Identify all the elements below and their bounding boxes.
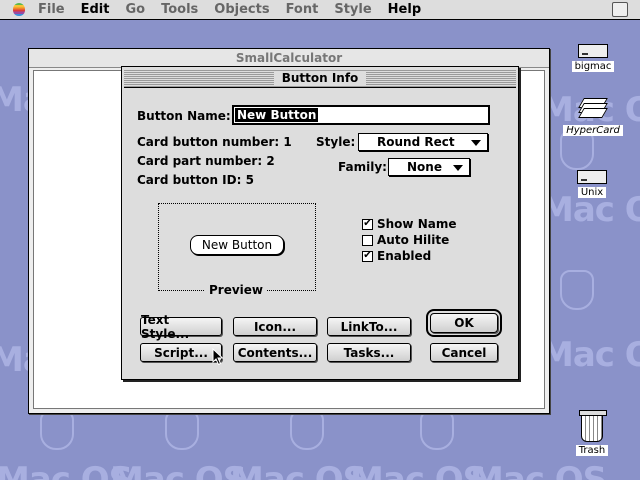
style-popup[interactable]: Round Rect [358,133,488,151]
desktop-icon-trash[interactable]: Trash [570,410,614,456]
apple-icon [13,3,25,16]
menu-style[interactable]: Style [326,0,379,20]
checkmark-icon: ✔ [362,250,373,262]
show-name-checkbox[interactable]: ✔ Show Name [362,217,456,231]
finder-face-icon [290,410,324,450]
desktop-icon-unix[interactable]: Unix [570,170,614,198]
text-style-button-label: Text Style... [141,312,190,341]
enabled-label: Enabled [377,249,432,263]
finder-face-icon [420,410,454,450]
family-label: Family: [338,160,387,174]
text-style-button[interactable]: Text Style... [140,313,222,341]
button-name-field[interactable]: New Button [232,105,490,125]
menu-objects[interactable]: Objects [206,0,277,20]
ok-button-label: OK [454,316,474,330]
card-button-number: Card button number: 1 [137,135,292,149]
icon-button-label: Icon... [253,319,297,334]
menu-file[interactable]: File [30,0,73,20]
auto-hilite-checkbox[interactable]: Auto Hilite [362,233,449,247]
contents-button-label: Contents... [237,345,313,360]
family-popup[interactable]: None [388,158,470,176]
menu-tools[interactable]: Tools [153,0,206,20]
tasks-button-label: Tasks... [343,345,395,360]
desktop-icon-label: Unix [577,187,607,198]
checkmark-icon: ✔ [362,218,373,230]
desktop-icon-label: HyperCard [563,125,623,136]
finder-face-icon [560,130,594,170]
script-button[interactable]: Script... [140,343,222,362]
watermark: Mac OS [230,460,367,480]
hypercard-stack-icon [577,96,609,122]
link-to-button[interactable]: LinkTo... [327,317,411,336]
script-button-label: Script... [154,345,208,360]
auto-hilite-label: Auto Hilite [377,233,450,247]
desktop-icon-label: bigmac [571,61,615,72]
link-to-button-label: LinkTo... [340,319,398,334]
card-button-id: Card button ID: 5 [137,173,254,187]
dialog-title: Button Info [273,71,367,85]
cancel-button[interactable]: Cancel [430,343,498,362]
watermark: Mac OS [110,460,247,480]
desktop-icon-bigmac[interactable]: bigmac [568,44,618,72]
preview-button-label: New Button [201,238,273,252]
preview-label: Preview [205,283,268,297]
desktop-icon-label: Trash [575,445,609,456]
window-title: SmallCalculator [229,51,349,65]
hard-drive-icon [577,170,607,184]
application-menu-icon[interactable] [612,2,628,17]
menu-help[interactable]: Help [380,0,429,20]
chevron-down-icon [471,140,481,146]
icon-button[interactable]: Icon... [233,317,317,336]
finder-face-icon [560,270,594,310]
preview-box: New Button [158,203,316,291]
watermark: Mac OS [470,460,607,480]
button-name-value: New Button [235,108,319,122]
ok-button[interactable]: OK [426,309,502,337]
tasks-button[interactable]: Tasks... [327,343,411,362]
menu-edit[interactable]: Edit [73,0,118,20]
checkbox-empty-icon [362,234,373,246]
button-info-dialog: Button Info Button Name: New Button Card… [121,66,519,380]
menu-font[interactable]: Font [278,0,327,20]
desktop-icon-hypercard[interactable]: HyperCard [562,96,624,136]
style-value: Round Rect [377,135,455,149]
card-part-number: Card part number: 2 [137,154,275,168]
trash-icon [579,410,607,442]
hard-drive-icon [578,44,608,58]
cancel-button-label: Cancel [441,345,487,360]
button-name-label: Button Name: [137,109,231,123]
show-name-label: Show Name [377,217,457,231]
enabled-checkbox[interactable]: ✔ Enabled [362,249,431,263]
dialog-title-bar[interactable]: Button Info [124,69,516,88]
preview-button: New Button [190,235,284,255]
apple-menu[interactable] [8,0,30,20]
chevron-down-icon [453,165,463,171]
style-label: Style: [316,135,356,149]
mouse-pointer-icon [212,348,224,366]
finder-face-icon [165,410,199,450]
finder-face-icon [40,410,74,450]
menu-go[interactable]: Go [117,0,153,20]
watermark: Mac OS [350,460,487,480]
family-value: None [407,160,442,174]
watermark: Mac OS [540,335,640,375]
menu-bar: File Edit Go Tools Objects Font Style He… [0,0,640,20]
contents-button[interactable]: Contents... [233,343,317,362]
